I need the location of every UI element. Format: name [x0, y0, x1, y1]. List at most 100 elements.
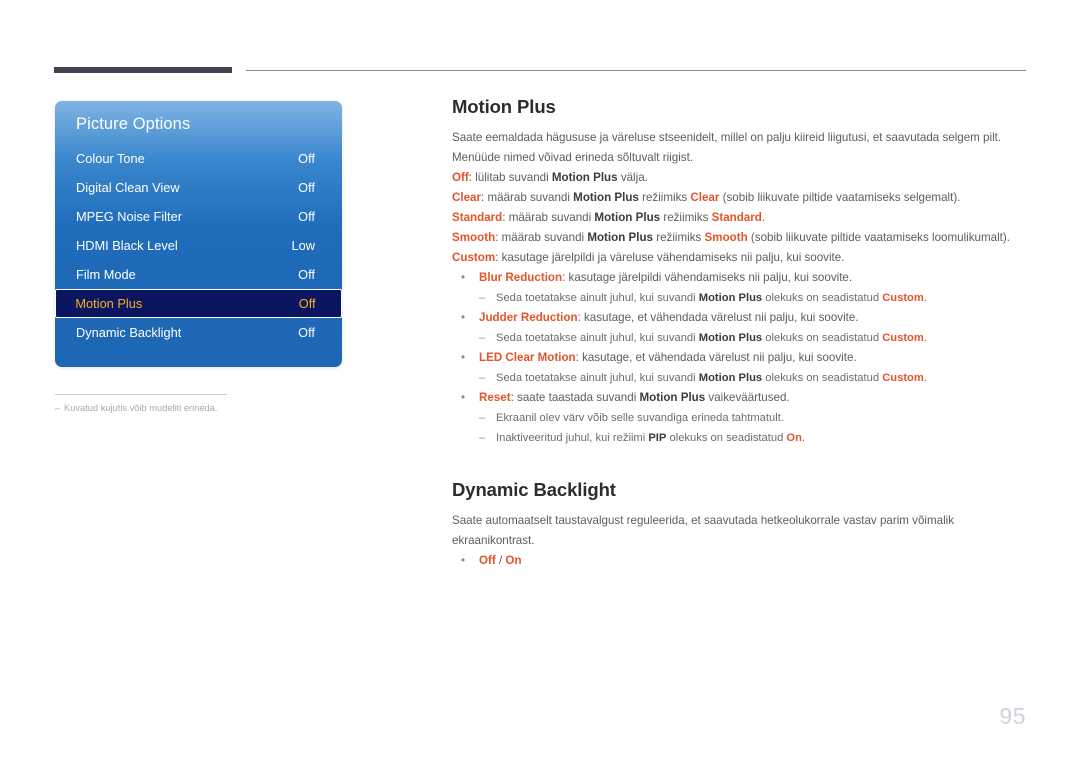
dash-marker-icon: –: [479, 432, 486, 444]
footnote-divider: [55, 394, 227, 395]
mode-text: : määrab suvandi: [495, 231, 588, 244]
sub-ref-secondary: Custom: [882, 332, 924, 344]
sub-ref-secondary: On: [786, 432, 802, 444]
sub-text-mid: olekuks on seadistatud: [762, 372, 883, 384]
mode-term-2: Clear: [690, 191, 720, 204]
sub-ref-primary: Motion Plus: [698, 292, 763, 304]
bullet-text: : saate taastada suvandi: [510, 391, 640, 404]
osd-row-label: Digital Clean View: [76, 180, 180, 195]
sub-text-mid: olekuks on seadistatud: [666, 432, 787, 444]
sub-text-tail: .: [801, 432, 806, 444]
osd-menu-list: Colour Tone Off Digital Clean View Off MPEG …: [55, 144, 342, 347]
sub-text-tail: .: [923, 292, 927, 304]
motion-plus-sub-item: – Inaktiveeritud juhul, kui režiimi PIP o…: [479, 428, 1028, 448]
bullet-term: Reset: [479, 391, 511, 404]
osd-row-value: Off: [298, 151, 315, 166]
sub-ref-secondary: Custom: [882, 292, 924, 304]
osd-row-label: Motion Plus: [75, 296, 143, 311]
sub-text-pre: Ekraanil olev värv võib selle suvandiga …: [496, 412, 784, 424]
mode-text-tail: (sobib liikuvate piltide vaatamiseks sel…: [719, 191, 961, 204]
sub-text-pre: Seda toetatakse ainult juhul, kui suvand…: [496, 372, 699, 384]
osd-row-label: Dynamic Backlight: [76, 325, 182, 340]
osd-row-value: Off: [298, 209, 315, 224]
picture-options-osd-panel: Picture Options Colour Tone Off Digital Cl…: [55, 101, 342, 367]
mode-term: Clear: [452, 191, 482, 204]
motion-plus-mode-line: Off: lülitab suvandi Motion Plus välja.: [452, 168, 1028, 188]
osd-row-motion-plus[interactable]: Motion Plus Off: [55, 289, 342, 318]
motion-plus-sub-item: – Seda toetatakse ainult juhul, kui suvan…: [479, 328, 1028, 348]
mode-text: : kasutage järelpildi ja väreluse vähend…: [495, 251, 845, 264]
motion-plus-sub-list: – Seda toetatakse ainult juhul, kui suvan…: [479, 368, 1028, 388]
mode-text-tail: .: [761, 211, 766, 224]
section-heading-motion-plus: Motion Plus: [452, 96, 556, 117]
motion-plus-sub-list: – Ekraanil olev värv võib selle suvandiga…: [479, 408, 1028, 448]
option-on-label: On: [505, 554, 522, 567]
osd-row-value: Off: [298, 180, 315, 195]
osd-row-digital-clean-view[interactable]: Digital Clean View Off: [55, 173, 342, 202]
osd-row-label: MPEG Noise Filter: [76, 209, 182, 224]
motion-plus-bullet-item: • Judder Reduction: kasutage, et vähendad…: [452, 308, 1028, 348]
page-number: 95: [999, 703, 1026, 729]
bullet-dot-icon: •: [461, 271, 466, 284]
motion-plus-sub-item: – Seda toetatakse ainult juhul, kui suvan…: [479, 288, 1028, 308]
mode-text: : määrab suvandi: [481, 191, 574, 204]
motion-plus-bullet-item: • Reset: saate taastada suvandi Motion Pl…: [452, 388, 1028, 448]
osd-row-value: Off: [298, 296, 316, 311]
mode-text-2: režiimiks: [660, 211, 712, 224]
motion-plus-bullet-list: • Blur Reduction: kasutage järelpildi väh…: [452, 268, 1028, 448]
mode-text-tail: (sobib liikuvate piltide vaatamiseks loo…: [747, 231, 1010, 244]
section-heading-dynamic-backlight: Dynamic Backlight: [452, 479, 616, 500]
mode-text-2: režiimiks: [638, 191, 691, 204]
sub-text-mid: olekuks on seadistatud: [762, 332, 883, 344]
bullet-dot-icon: •: [461, 311, 466, 324]
osd-row-value: Off: [298, 267, 315, 282]
mode-text-tail: välja.: [617, 171, 648, 184]
dynamic-backlight-option-list: • Off / On: [452, 551, 1028, 571]
osd-row-value: Off: [298, 325, 315, 340]
sub-text-pre: Seda toetatakse ainult juhul, kui suvand…: [496, 332, 699, 344]
osd-panel-title: Picture Options: [76, 115, 191, 133]
sub-text-pre: Seda toetatakse ainult juhul, kui suvand…: [496, 292, 699, 304]
mode-text: : lülitab suvandi: [468, 171, 552, 184]
motion-plus-sub-item: – Seda toetatakse ainult juhul, kui suvan…: [479, 368, 1028, 388]
dash-marker-icon: –: [479, 332, 486, 344]
bullet-text: : kasutage järelpildi vähendamiseks nii …: [562, 271, 853, 284]
motion-plus-mode-line: Custom: kasutage järelpildi ja väreluse …: [452, 248, 1028, 268]
sub-ref-secondary: Custom: [882, 372, 924, 384]
footnote-text: Kuvatud kujutis võib mudeliti erineda.: [64, 403, 218, 413]
osd-row-mpeg-noise-filter[interactable]: MPEG Noise Filter Off: [55, 202, 342, 231]
motion-plus-mode-line: Smooth: määrab suvandi Motion Plus režii…: [452, 228, 1028, 248]
osd-row-dynamic-backlight[interactable]: Dynamic Backlight Off: [55, 318, 342, 347]
option-off-label: Off: [479, 554, 496, 567]
motion-plus-sub-list: – Seda toetatakse ainult juhul, kui suvan…: [479, 288, 1028, 308]
osd-row-label: Colour Tone: [76, 151, 145, 166]
dynamic-backlight-option-row: • Off / On: [452, 551, 1028, 571]
osd-row-film-mode[interactable]: Film Mode Off: [55, 260, 342, 289]
header-accent-bar: [54, 67, 232, 73]
dash-marker-icon: –: [479, 412, 486, 424]
mode-term: Off: [452, 171, 469, 184]
mode-term-2: Standard: [711, 211, 762, 224]
bullet-term: Judder Reduction: [479, 311, 578, 324]
bullet-dot-icon: •: [461, 554, 466, 567]
motion-plus-bullet-item: • Blur Reduction: kasutage järelpildi väh…: [452, 268, 1028, 308]
sub-ref-primary: PIP: [648, 432, 667, 444]
bullet-text: : kasutage, et vähendada värelust nii pa…: [577, 311, 859, 324]
mode-ref-motion-plus: Motion Plus: [587, 231, 654, 244]
osd-row-hdmi-black-level[interactable]: HDMI Black Level Low: [55, 231, 342, 260]
motion-plus-sub-item: – Ekraanil olev värv võib selle suvandiga…: [479, 408, 1028, 428]
osd-row-colour-tone[interactable]: Colour Tone Off: [55, 144, 342, 173]
bullet-text-tail: vaikeväärtused.: [705, 391, 790, 404]
mode-term: Custom: [452, 251, 496, 264]
mode-term: Smooth: [452, 231, 496, 244]
motion-plus-intro-line-1: Saate eemaldada hägususe ja väreluse sts…: [452, 131, 1002, 144]
motion-plus-mode-list: Off: lülitab suvandi Motion Plus välja. C…: [452, 168, 1028, 268]
bullet-term: Blur Reduction: [479, 271, 563, 284]
mode-ref-motion-plus: Motion Plus: [551, 171, 618, 184]
bullet-term: LED Clear Motion: [479, 351, 576, 364]
sub-text-mid: olekuks on seadistatud: [762, 292, 883, 304]
osd-row-value: Low: [291, 238, 315, 253]
mode-ref-motion-plus: Motion Plus: [594, 211, 661, 224]
dash-marker-icon: –: [479, 372, 486, 384]
sub-text-tail: .: [923, 372, 927, 384]
